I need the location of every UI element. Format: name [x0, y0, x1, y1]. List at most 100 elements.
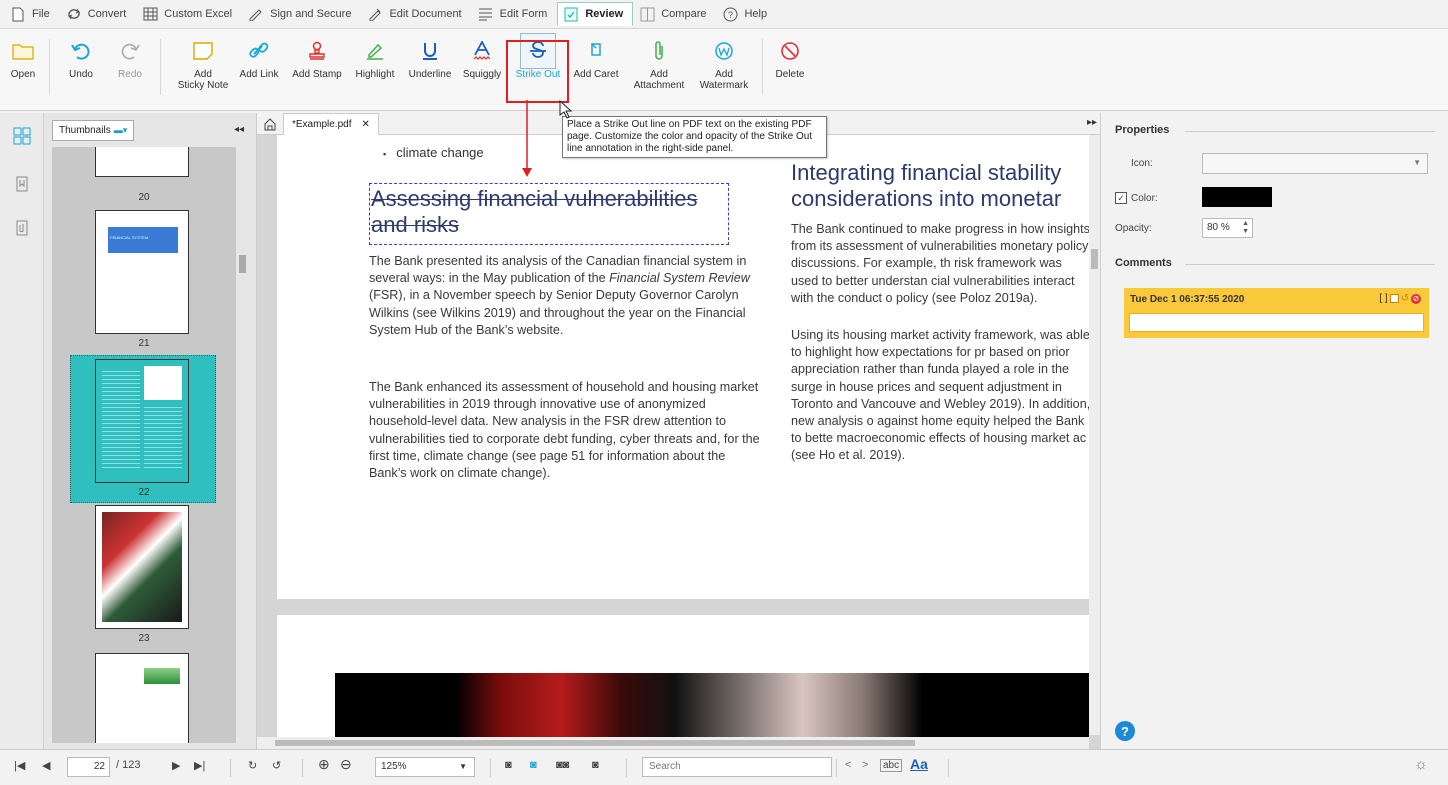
help-icon[interactable]: ? [1115, 721, 1135, 741]
two-page-view-icon[interactable]: ◙◙ [556, 759, 569, 771]
left-paragraph-2: The Bank enhanced its assessment of hous… [369, 380, 760, 481]
struck-out-heading[interactable]: Assessing financial vulnerabilities and … [369, 183, 729, 245]
opacity-input[interactable]: 80 % ▲ ▼ [1202, 218, 1253, 238]
continuous-view-icon[interactable]: ◙ [530, 759, 537, 771]
color-swatch[interactable] [1202, 187, 1272, 207]
brightness-icon[interactable]: ☼ [1414, 756, 1428, 773]
undo-button[interactable]: Undo [64, 33, 98, 105]
first-page-icon[interactable]: |◀ [14, 759, 25, 772]
match-case-toggle[interactable]: Aa [910, 756, 928, 772]
rotate-counterclockwise-icon[interactable]: ↺ [272, 759, 281, 772]
collapse-left-icon[interactable]: ◂◂ [234, 124, 244, 135]
thumbnail-number: 21 [138, 338, 150, 349]
document-tab[interactable]: *Example.pdf ✕ [283, 113, 379, 135]
add-attachment-button[interactable]: Add Attachment [628, 33, 690, 105]
bullet-item: climate change [383, 145, 483, 160]
divider [230, 759, 231, 777]
thumbnail-page-20[interactable] [95, 147, 189, 177]
comment-input[interactable] [1129, 313, 1424, 332]
divider [948, 759, 949, 777]
highlight-button[interactable]: Highlight [350, 33, 400, 105]
thumbnail-page-21[interactable]: FINANCIAL SYSTEM [95, 210, 189, 334]
search-previous-icon[interactable]: < [845, 759, 851, 771]
rotate-clockwise-icon[interactable]: ↻ [248, 759, 257, 772]
thumbnails-mode-select[interactable]: Thumbnails ▬▾ [52, 119, 135, 141]
opacity-value: 80 % [1207, 222, 1230, 233]
thumbnail-page-24[interactable] [95, 653, 189, 743]
underline-button[interactable]: Underline [405, 33, 455, 105]
menu-sign-and-secure[interactable]: Sign and Secure [242, 2, 361, 26]
last-page-icon[interactable]: ▶| [194, 759, 205, 772]
color-checkbox[interactable]: ✓ [1115, 192, 1127, 204]
add-caret-button[interactable]: Add Caret [570, 33, 622, 105]
search-input[interactable]: Search [642, 757, 832, 777]
home-icon[interactable] [262, 116, 278, 132]
add-link-label: Add Link [239, 69, 279, 80]
underline-label: Underline [408, 69, 452, 80]
bookmarks-icon[interactable] [11, 173, 33, 195]
document-vertical-scrollbar[interactable] [1089, 135, 1100, 735]
status-bar: |◀ ◀ 22 / 123 ▶ ▶| ↻ ↺ ⊕ ⊖ 125% ▼ ◙ ◙ ◙◙… [0, 749, 1448, 785]
thumbnails-panel-icon[interactable] [11, 125, 33, 147]
right-paragraph-1: The Bank continued to make progress in h… [791, 222, 1089, 305]
delete-comment-icon[interactable]: ⊘ [1411, 293, 1421, 304]
zoom-out-icon[interactable]: ⊖ [340, 756, 352, 773]
reply-icon[interactable]: ↺ [1401, 293, 1409, 304]
add-watermark-button[interactable]: Add Watermark [694, 33, 754, 105]
menu-review-label: Review [585, 8, 624, 20]
add-sticky-note-button[interactable]: Add Sticky Note [172, 33, 234, 105]
single-page-view-icon[interactable]: ◙ [505, 759, 512, 771]
ribbon-separator [762, 39, 763, 95]
thumbnail-page-22[interactable] [95, 359, 189, 483]
two-page-continuous-icon[interactable]: ◙ [592, 759, 599, 771]
add-link-button[interactable]: Add Link [238, 33, 280, 105]
icon-select[interactable]: ▼ [1202, 153, 1428, 174]
add-caret-label: Add Caret [573, 69, 619, 80]
attachments-panel-icon[interactable] [11, 217, 33, 239]
open-label: Open [10, 69, 36, 80]
open-button[interactable]: Open [8, 33, 38, 105]
menu-edit-form[interactable]: Edit Form [472, 2, 558, 26]
add-stamp-button[interactable]: Add Stamp [290, 33, 344, 105]
scrollbar-thumb[interactable] [1091, 249, 1098, 269]
mouse-cursor-icon [559, 100, 573, 119]
expand-icon[interactable]: [ ] [1379, 293, 1387, 304]
match-whole-word-toggle[interactable]: abc [880, 759, 903, 772]
close-icon[interactable]: ✕ [361, 119, 369, 130]
help-icon: ? [721, 6, 739, 22]
search-next-icon[interactable]: > [862, 759, 868, 771]
next-page-icon[interactable]: ▶ [172, 759, 180, 772]
edit-form-icon [477, 6, 495, 22]
sticky-note-label: Add Sticky Note [177, 69, 229, 91]
menu-compare[interactable]: Compare [633, 2, 716, 26]
menu-help[interactable]: ? Help [716, 2, 777, 26]
thumbnail-page-23[interactable] [95, 505, 189, 629]
page-number-input[interactable]: 22 [67, 757, 110, 777]
watermark-icon [706, 33, 742, 69]
menu-convert[interactable]: Convert [60, 2, 137, 26]
zoom-in-icon[interactable]: ⊕ [318, 756, 330, 773]
menu-custom-excel[interactable]: Custom Excel [136, 2, 242, 26]
checkbox-icon[interactable] [1389, 294, 1399, 303]
squiggly-button[interactable]: Squiggly [459, 33, 505, 105]
document-horizontal-scrollbar[interactable] [257, 737, 1089, 749]
comment-card[interactable]: Tue Dec 1 06:37:55 2020 [ ] ↺ ⊘ [1124, 288, 1429, 338]
thumbnail-banner: FINANCIAL SYSTEM [108, 227, 178, 253]
redo-button[interactable]: Redo [114, 33, 146, 105]
delete-button[interactable]: Delete [768, 33, 812, 105]
menu-file[interactable]: File [4, 2, 60, 26]
spinner-icon[interactable]: ▲ ▼ [1242, 220, 1249, 236]
previous-page-icon[interactable]: ◀ [42, 759, 50, 772]
menu-review[interactable]: Review [557, 2, 634, 26]
menu-edit-document[interactable]: Edit Document [361, 2, 471, 26]
heading-line: Integrating financial stability [791, 160, 1062, 185]
expand-right-icon[interactable]: ▸▸ [1087, 117, 1097, 128]
scrollbar-thumb[interactable] [239, 255, 246, 273]
menu-custom-excel-label: Custom Excel [164, 8, 233, 20]
undo-icon [63, 33, 99, 69]
properties-panel: Properties Icon: ▼ ✓ Color: Opacity: 80 … [1100, 113, 1448, 749]
excel-icon [141, 6, 159, 22]
zoom-select[interactable]: 125% ▼ [375, 757, 475, 777]
thumbnail-scrollbar[interactable] [236, 147, 249, 743]
scrollbar-thumb[interactable] [275, 740, 915, 746]
